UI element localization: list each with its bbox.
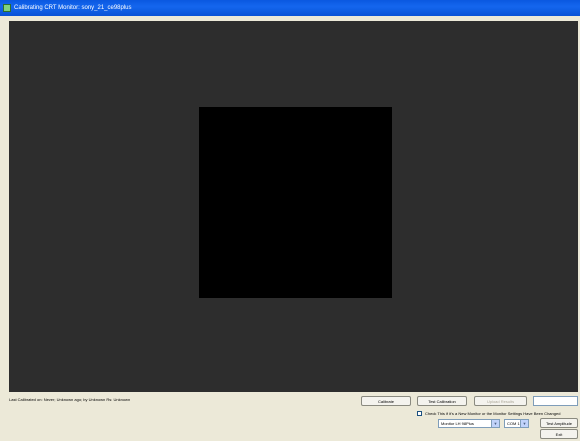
exit-button[interactable]: Exit [540, 429, 578, 439]
new-monitor-checkbox-label: Check This if it's a New Monitor or the … [425, 410, 561, 416]
app-window: Calibrating CRT Monitor: sony_21_ce98plu… [0, 0, 580, 441]
title-bar[interactable]: Calibrating CRT Monitor: sony_21_ce98plu… [0, 0, 580, 16]
calibrate-button[interactable]: Calibrate [361, 396, 411, 406]
last-calibrated-status: Last Calibrated on: Never; Unknown ago; … [9, 397, 131, 402]
monitor-select-value: Monitor LH 98Plus [441, 421, 474, 426]
port-select-value: COM 1 [507, 421, 520, 426]
upload-results-button[interactable]: Upload Results [474, 396, 527, 406]
calibration-display-area [9, 21, 578, 392]
chevron-down-icon[interactable]: ▼ [520, 420, 528, 427]
test-amplitude-button[interactable]: Test Amplitude [540, 418, 578, 428]
port-select[interactable]: COM 1 ▼ [504, 419, 529, 428]
calibration-patch [199, 107, 392, 298]
test-calibration-button[interactable]: Test Calibration [417, 396, 467, 406]
chevron-down-icon[interactable]: ▼ [491, 420, 499, 427]
status-field [533, 396, 578, 406]
new-monitor-checkbox[interactable] [417, 410, 422, 416]
new-monitor-checkbox-row[interactable]: Check This if it's a New Monitor or the … [417, 409, 560, 417]
app-icon [3, 4, 11, 12]
window-title: Calibrating CRT Monitor: sony_21_ce98plu… [14, 5, 132, 11]
monitor-select[interactable]: Monitor LH 98Plus ▼ [438, 419, 500, 428]
